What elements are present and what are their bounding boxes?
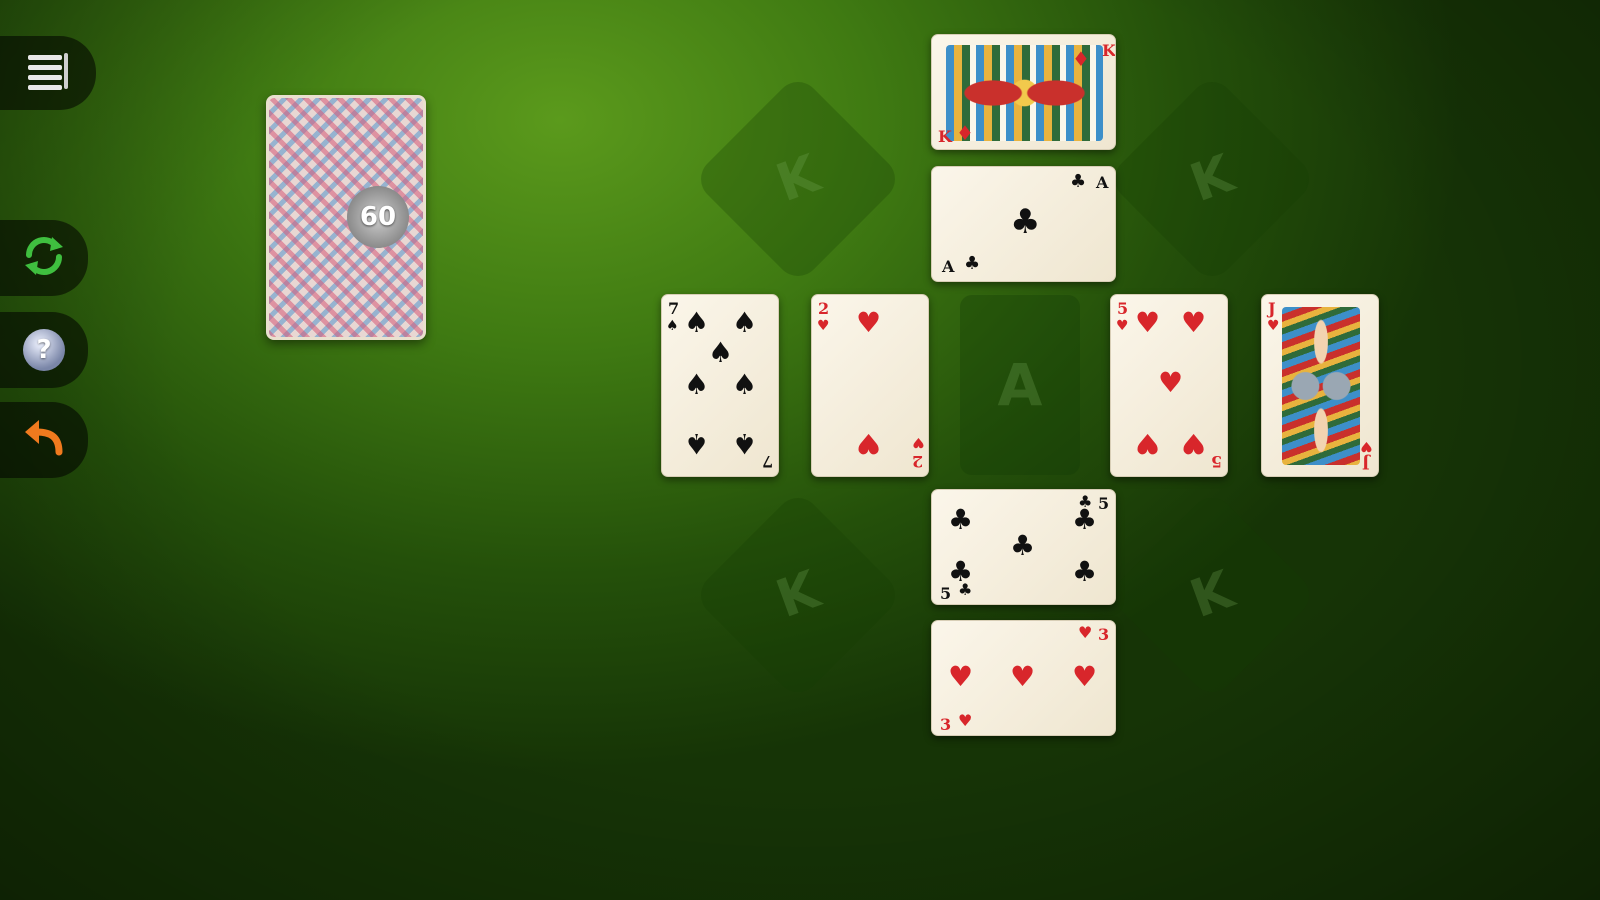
card-ace-of-clubs[interactable]: A ♣ ♣ A ♣ <box>931 166 1116 282</box>
card-five-of-clubs[interactable]: 5 ♣ ♣ ♣ ♣ ♣ ♣ 5 ♣ <box>931 489 1116 605</box>
card-rank: 2 <box>818 299 830 318</box>
card-seven-of-spades[interactable]: 7 ♠ ♠ ♠ ♠ ♠ ♠ ♠ ♠ 7 <box>661 294 779 477</box>
card-rank: 3 <box>1098 625 1110 644</box>
card-suit: ♥ <box>817 318 830 334</box>
help-glyph: ? <box>36 335 52 365</box>
card-pip: ♠ <box>732 368 758 401</box>
card-suit: ♣ <box>1070 171 1087 192</box>
card-pip: ♣ <box>1072 503 1098 536</box>
card-rank: J <box>1268 299 1276 318</box>
card-pip: ♣ <box>1010 529 1036 562</box>
card-rank: 7 <box>668 299 680 318</box>
card-suit: ♥ <box>1078 623 1093 642</box>
card-pip: ♣ <box>1072 555 1098 588</box>
new-game-button[interactable] <box>0 220 88 296</box>
card-suit: ♣ <box>964 253 981 274</box>
ace-foundation-slot[interactable]: A <box>960 295 1080 475</box>
undo-icon <box>21 418 67 462</box>
card-suit: ♣ <box>958 580 973 599</box>
card-pip: ♥ <box>1181 306 1207 339</box>
card-suit: ♠ <box>666 318 679 334</box>
card-suit: ♥ <box>912 434 925 450</box>
card-pip: ♥ <box>1135 427 1161 460</box>
card-rank: 5 <box>1117 299 1129 318</box>
card-rank: 7 <box>762 452 774 471</box>
card-pip: ♥ <box>948 660 974 693</box>
card-pip: ♠ <box>684 306 710 339</box>
card-pip: ♥ <box>856 306 882 339</box>
card-center-pip: ♣ <box>1010 202 1041 242</box>
card-suit: ♥ <box>1267 318 1280 334</box>
king-slot-label: K <box>768 559 828 631</box>
refresh-icon <box>21 233 67 283</box>
menu-icon <box>26 51 70 95</box>
card-pip: ♥ <box>1072 660 1098 693</box>
card-pip: ♠ <box>708 336 734 369</box>
help-button[interactable]: ? <box>0 312 88 388</box>
card-pip: ♠ <box>684 368 710 401</box>
stock-count: 60 <box>359 202 397 232</box>
king-slot-label: K <box>1182 559 1242 631</box>
card-rank: A <box>1096 173 1109 192</box>
card-rank: 3 <box>940 715 952 734</box>
card-two-of-hearts[interactable]: 2 ♥ ♥ ♥ ♥ 2 <box>811 294 929 477</box>
card-rank: 5 <box>1211 452 1223 471</box>
card-pip: ♠ <box>732 427 758 460</box>
card-suit: ♦ <box>956 121 974 145</box>
card-pip: ♥ <box>1135 306 1161 339</box>
card-suit: ♥ <box>958 711 973 730</box>
card-pip: ♠ <box>684 427 710 460</box>
stock-count-badge: 60 <box>347 186 409 248</box>
card-pip: ♥ <box>1158 366 1184 399</box>
help-icon: ? <box>21 327 67 373</box>
card-suit: ♥ <box>1116 318 1129 334</box>
card-pip: ♥ <box>1181 427 1207 460</box>
card-pip: ♣ <box>948 503 974 536</box>
card-rank: 2 <box>912 452 924 471</box>
card-suit: ♥ <box>1360 438 1373 454</box>
ace-slot-label: A <box>997 351 1043 419</box>
card-pip: ♥ <box>856 427 882 460</box>
king-slot-label: K <box>768 143 828 215</box>
stock-pile[interactable]: 60 <box>266 95 426 340</box>
card-five-of-hearts[interactable]: 5 ♥ ♥ ♥ ♥ ♥ ♥ 5 <box>1110 294 1228 477</box>
card-rank: J <box>1362 454 1370 473</box>
card-jack-of-hearts[interactable]: J ♥ ♥ J <box>1261 294 1379 477</box>
card-three-of-hearts[interactable]: 3 ♥ ♥ ♥ ♥ 3 ♥ <box>931 620 1116 736</box>
card-king-of-diamonds[interactable]: K ♦ K ♦ <box>931 34 1116 150</box>
card-rank: K <box>938 127 952 146</box>
menu-button[interactable] <box>0 36 96 110</box>
card-rank: A <box>942 257 955 276</box>
king-slot-label: K <box>1182 143 1242 215</box>
card-pip: ♥ <box>1010 660 1036 693</box>
card-rank: 5 <box>1098 494 1110 513</box>
card-suit: ♦ <box>1072 47 1090 71</box>
undo-button[interactable] <box>0 402 88 478</box>
card-rank: 5 <box>940 584 952 603</box>
jack-face-art <box>1282 307 1360 465</box>
card-rank: K <box>1102 41 1116 60</box>
card-pip: ♠ <box>732 306 758 339</box>
